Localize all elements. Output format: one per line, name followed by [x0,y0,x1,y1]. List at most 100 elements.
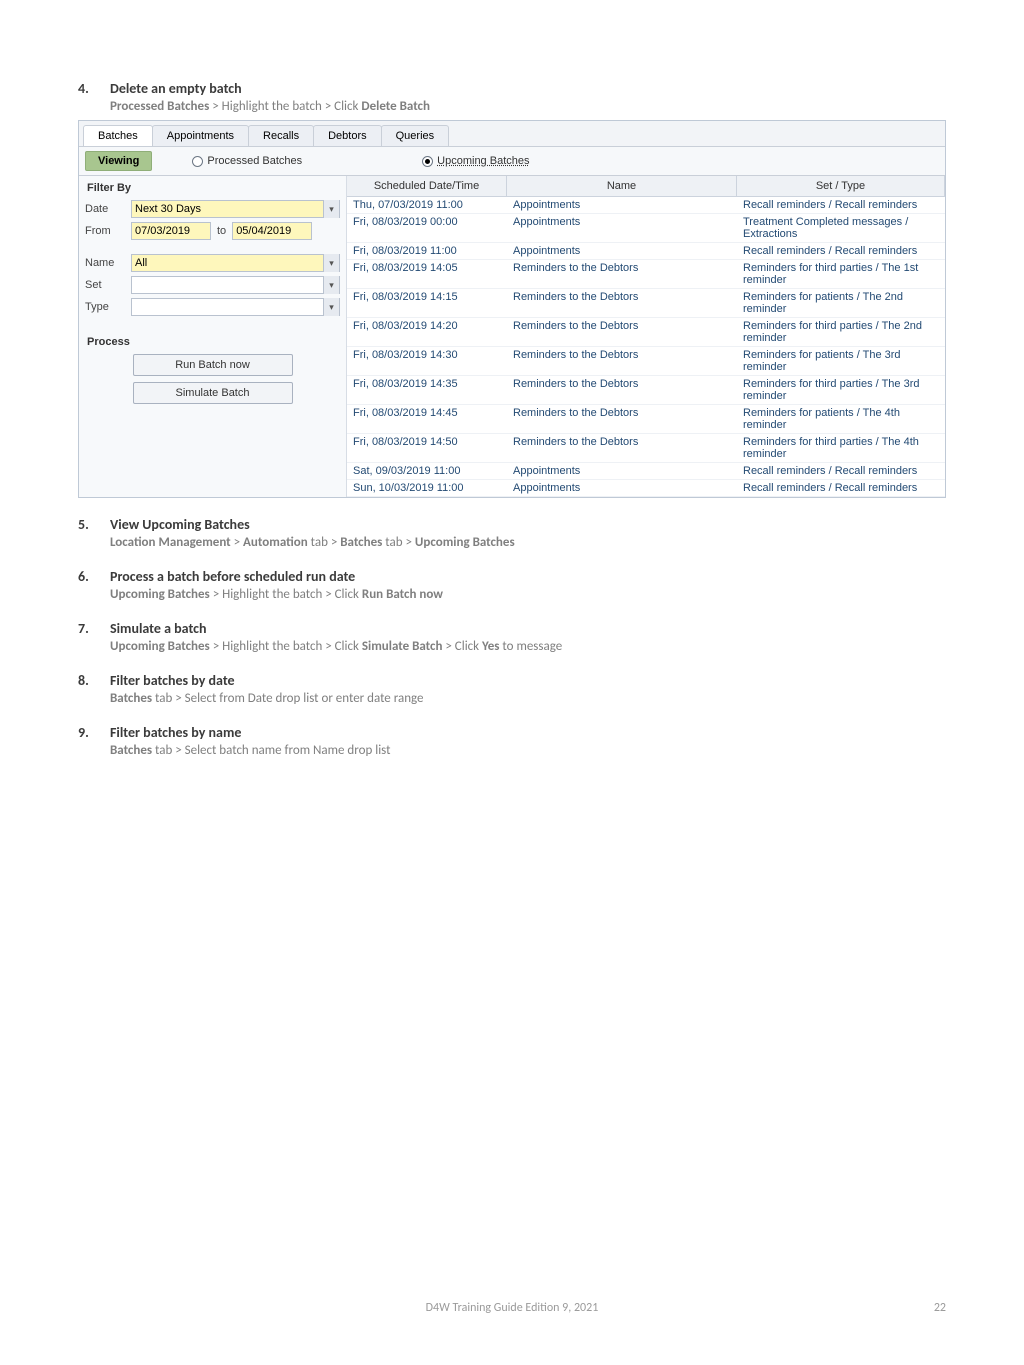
table-cell: Recall reminders / Recall reminders [737,480,945,496]
table-row[interactable]: Fri, 08/03/2019 14:05Reminders to the De… [347,260,945,289]
chevron-down-icon: ▾ [323,276,339,294]
step-title: Filter batches by name [110,724,946,741]
run-batch-button[interactable]: Run Batch now [133,354,293,376]
step-9: Filter batches by name Batches tab > Sel… [78,724,946,758]
table-cell: Reminders to the Debtors [507,376,737,404]
radio-icon [192,156,203,167]
page-number: 22 [934,1301,946,1315]
table-cell: Recall reminders / Recall reminders [737,197,945,213]
radio-icon [422,156,433,167]
tab-debtors[interactable]: Debtors [313,125,382,146]
to-date-input[interactable]: 05/04/2019 [232,222,312,240]
date-select[interactable]: Next 30 Days ▾ [131,200,340,218]
radio-upcoming-group[interactable]: Upcoming Batches [422,155,529,167]
name-select[interactable]: All ▾ [131,254,340,272]
chevron-down-icon: ▾ [323,200,339,218]
table-cell: Reminders for patients / The 4th reminde… [737,405,945,433]
filter-panel: Filter By Date Next 30 Days ▾ From [79,176,347,497]
tabbar: Batches Appointments Recalls Debtors Que… [79,121,945,147]
step-6: Process a batch before scheduled run dat… [78,568,946,602]
viewing-label: Viewing [85,151,152,171]
to-label: to [217,225,226,237]
table-cell: Reminders to the Debtors [507,260,737,288]
filter-by-label: Filter By [87,182,340,194]
tab-queries[interactable]: Queries [381,125,450,146]
table-row[interactable]: Fri, 08/03/2019 14:50Reminders to the De… [347,434,945,463]
table-cell: Reminders for patients / The 2nd reminde… [737,289,945,317]
table-cell: Fri, 08/03/2019 14:20 [347,318,507,346]
table-row[interactable]: Fri, 08/03/2019 14:35Reminders to the De… [347,376,945,405]
table-row[interactable]: Fri, 08/03/2019 00:00AppointmentsTreatme… [347,214,945,243]
viewing-bar: Viewing Processed Batches Upcoming Batch… [79,147,945,176]
type-label: Type [85,301,131,313]
step-body: Location Management > Automation tab > B… [110,535,946,550]
table-cell: Reminders to the Debtors [507,434,737,462]
table-cell: Fri, 08/03/2019 14:30 [347,347,507,375]
step-body: Upcoming Batches > Highlight the batch >… [110,587,946,602]
table-cell: Fri, 08/03/2019 11:00 [347,243,507,259]
app-panel: Batches Appointments Recalls Debtors Que… [78,120,946,498]
table-cell: Recall reminders / Recall reminders [737,463,945,479]
step-5: View Upcoming Batches Location Managemen… [78,516,946,550]
table-row[interactable]: Fri, 08/03/2019 14:30Reminders to the De… [347,347,945,376]
table-cell: Reminders for third parties / The 1st re… [737,260,945,288]
table-cell: Fri, 08/03/2019 14:15 [347,289,507,317]
table-row[interactable]: Fri, 08/03/2019 11:00AppointmentsRecall … [347,243,945,260]
table-cell: Reminders to the Debtors [507,347,737,375]
name-label: Name [85,257,131,269]
chevron-down-icon: ▾ [323,254,339,272]
table-cell: Sun, 10/03/2019 11:00 [347,480,507,496]
step-title: Process a batch before scheduled run dat… [110,568,946,585]
radio-label-processed: Processed Batches [207,155,302,167]
table-cell: Treatment Completed messages / Extractio… [737,214,945,242]
simulate-batch-button[interactable]: Simulate Batch [133,382,293,404]
tab-appointments[interactable]: Appointments [152,125,249,146]
radio-processed-group[interactable]: Processed Batches [192,155,302,167]
set-select[interactable]: ▾ [131,276,340,294]
table-row[interactable]: Fri, 08/03/2019 14:45Reminders to the De… [347,405,945,434]
table-cell: Fri, 08/03/2019 00:00 [347,214,507,242]
table-row[interactable]: Sun, 10/03/2019 11:00AppointmentsRecall … [347,480,945,497]
table-cell: Appointments [507,480,737,496]
col-name: Name [507,176,737,196]
footer-text: D4W Training Guide Edition 9, 2021 [0,1301,1024,1315]
radio-label-upcoming: Upcoming Batches [437,155,529,167]
date-label: Date [85,203,131,215]
type-select[interactable]: ▾ [131,298,340,316]
table-cell: Fri, 08/03/2019 14:50 [347,434,507,462]
step-body: Upcoming Batches > Highlight the batch >… [110,639,946,654]
table-cell: Appointments [507,214,737,242]
col-settype: Set / Type [737,176,945,196]
table-row[interactable]: Thu, 07/03/2019 11:00AppointmentsRecall … [347,197,945,214]
table-cell: Reminders to the Debtors [507,289,737,317]
table-row[interactable]: Sat, 09/03/2019 11:00AppointmentsRecall … [347,463,945,480]
table-cell: Reminders to the Debtors [507,318,737,346]
table-cell: Reminders for third parties / The 4th re… [737,434,945,462]
table-cell: Appointments [507,243,737,259]
table-cell: Reminders for patients / The 3rd reminde… [737,347,945,375]
table-cell: Appointments [507,197,737,213]
set-label: Set [85,279,131,291]
table-row[interactable]: Fri, 08/03/2019 14:20Reminders to the De… [347,318,945,347]
table-cell: Reminders for third parties / The 2nd re… [737,318,945,346]
chevron-down-icon: ▾ [323,298,339,316]
table-cell: Sat, 09/03/2019 11:00 [347,463,507,479]
batches-table: Scheduled Date/Time Name Set / Type Thu,… [347,176,945,497]
tab-recalls[interactable]: Recalls [248,125,314,146]
table-cell: Reminders to the Debtors [507,405,737,433]
from-label: From [85,225,131,237]
from-date-input[interactable]: 07/03/2019 [131,222,211,240]
table-cell: Fri, 08/03/2019 14:35 [347,376,507,404]
table-cell: Recall reminders / Recall reminders [737,243,945,259]
step-title: Delete an empty batch [110,80,946,97]
step-body: Batches tab > Select batch name from Nam… [110,743,946,758]
table-cell: Fri, 08/03/2019 14:45 [347,405,507,433]
table-row[interactable]: Fri, 08/03/2019 14:15Reminders to the De… [347,289,945,318]
step-4: Delete an empty batch Processed Batches … [78,80,946,498]
table-cell: Thu, 07/03/2019 11:00 [347,197,507,213]
step-title: Filter batches by date [110,672,946,689]
step-title: Simulate a batch [110,620,946,637]
table-cell: Fri, 08/03/2019 14:05 [347,260,507,288]
step-8: Filter batches by date Batches tab > Sel… [78,672,946,706]
tab-batches[interactable]: Batches [83,125,153,146]
